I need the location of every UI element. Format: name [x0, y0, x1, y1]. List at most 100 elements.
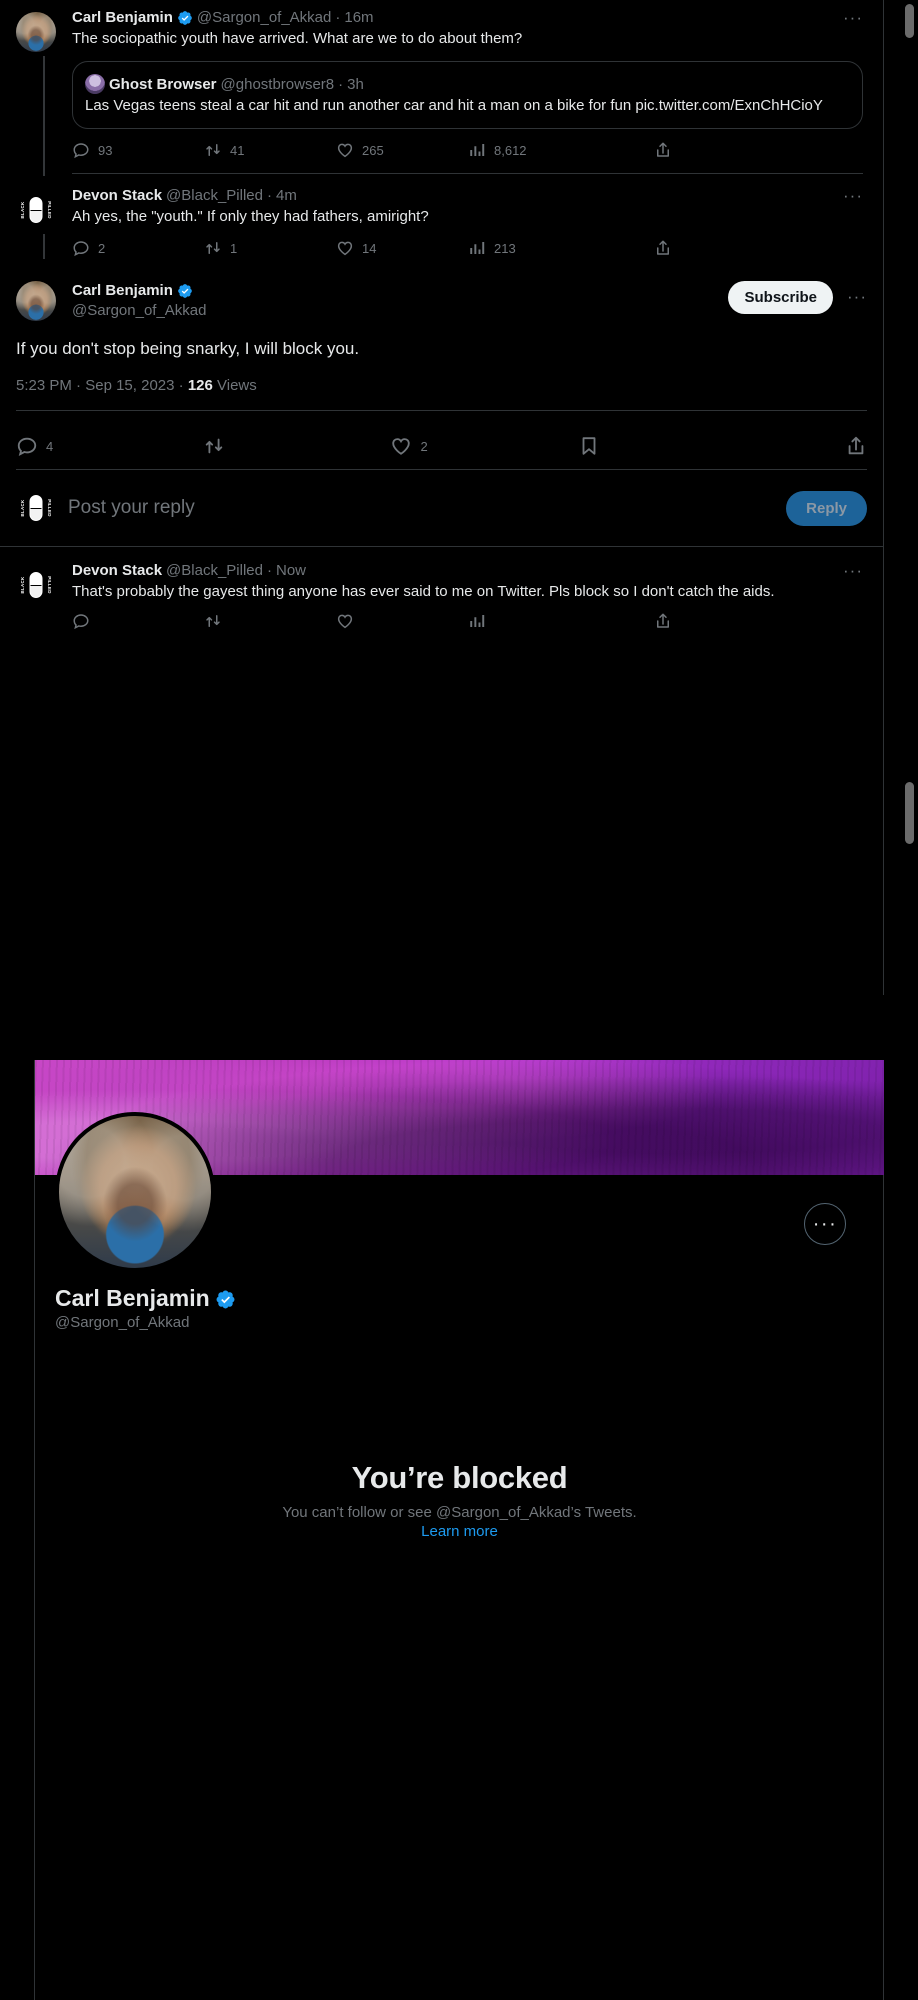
heart-icon	[336, 612, 354, 630]
retweet-action[interactable]: 1	[204, 239, 336, 257]
reply-action[interactable]	[72, 612, 204, 630]
like-action[interactable]	[336, 612, 468, 630]
tweet-devon-stack-reply[interactable]: BLACK PILLED Devon Stack @Black_Pilled ·…	[0, 547, 883, 630]
views-action[interactable]: 213	[468, 239, 600, 257]
share-action[interactable]	[765, 435, 867, 457]
blocked-title: You’re blocked	[351, 1460, 568, 1495]
focused-tweet-text: If you don't stop being snarky, I will b…	[16, 339, 360, 358]
tweet-header: Devon Stack @Black_Pilled · 4m ···	[72, 186, 863, 206]
reply-icon	[16, 435, 38, 457]
separator-dot: ·	[335, 9, 341, 26]
tweet-actions: 93 41 265 8,612	[72, 141, 672, 159]
quoted-separator-dot: ·	[338, 75, 344, 93]
share-icon	[845, 435, 867, 457]
like-action[interactable]: 2	[390, 435, 577, 457]
bookmark-action[interactable]	[578, 435, 765, 457]
views-count: 8,612	[494, 142, 527, 158]
reply-composer[interactable]: BLACK PILLED Post your reply Reply	[0, 470, 883, 546]
scrollbar-thumb-middle[interactable]	[905, 782, 914, 844]
tweet-devon-stack[interactable]: BLACK PILLED Devon Stack @Black_Pilled ·…	[0, 174, 883, 259]
views-action[interactable]: 8,612	[468, 141, 600, 159]
share-action[interactable]	[600, 239, 672, 257]
share-action[interactable]	[600, 141, 672, 159]
views-count: 213	[494, 240, 516, 256]
retweet-icon	[204, 239, 222, 257]
profile-name-block: Carl Benjamin @Sargon_of_Akkad	[55, 1284, 236, 1333]
share-action[interactable]	[600, 612, 672, 630]
reply-action[interactable]: 93	[72, 141, 204, 159]
profile-display-name: Carl Benjamin	[55, 1285, 210, 1311]
tweet-header: Devon Stack @Black_Pilled · Now ···	[72, 561, 863, 581]
profile-avatar-carl-benjamin[interactable]	[55, 1112, 215, 1272]
tweet-header: Carl Benjamin @Sargon_of_Akkad · 16m ···	[72, 8, 863, 28]
tweet-text: The sociopathic youth have arrived. What…	[72, 30, 523, 47]
heart-icon	[390, 435, 412, 457]
twitter-thread-screenshot: Carl Benjamin @Sargon_of_Akkad · 16m ···…	[0, 0, 918, 2000]
focused-tweet-actions: 4 2	[16, 423, 867, 469]
avatar-devon-stack[interactable]: BLACK PILLED	[16, 190, 56, 230]
learn-more-link[interactable]: Learn more	[421, 1523, 498, 1540]
reply-input[interactable]: Post your reply	[68, 497, 774, 519]
profile-display-name-row: Carl Benjamin	[55, 1284, 236, 1312]
like-count: 2	[420, 438, 428, 454]
author-handle[interactable]: @Sargon_of_Akkad	[197, 8, 331, 28]
separator-dot: ·	[266, 562, 272, 579]
tweet-carl-benjamin-quote[interactable]: Carl Benjamin @Sargon_of_Akkad · 16m ···…	[0, 0, 883, 176]
tweet-text: That's probably the gayest thing anyone …	[72, 583, 775, 600]
focused-tweet-views-label: Views	[217, 377, 257, 394]
like-action[interactable]: 14	[336, 239, 468, 257]
tweet-more-options-icon[interactable]: ···	[843, 9, 863, 26]
tweet-more-options-icon[interactable]: ···	[843, 562, 863, 579]
pill-shape-icon	[29, 495, 43, 521]
timestamp[interactable]: 4m	[276, 186, 297, 206]
timestamp[interactable]: 16m	[344, 8, 373, 28]
retweet-action[interactable]	[203, 435, 390, 457]
quoted-tweet-text: Las Vegas teens steal a car hit and run …	[85, 97, 823, 114]
reply-action[interactable]: 4	[16, 435, 203, 457]
like-action[interactable]: 265	[336, 141, 468, 159]
quoted-tweet[interactable]: Ghost Browser @ghostbrowser8 · 3h Las Ve…	[72, 61, 863, 129]
focused-tweet-divider-top	[16, 410, 867, 411]
retweet-action[interactable]: 41	[204, 141, 336, 159]
share-icon	[654, 239, 672, 257]
reply-action[interactable]: 2	[72, 239, 204, 257]
scrollbar-thumb-top[interactable]	[905, 4, 914, 38]
profile-more-options-button[interactable]: ···	[804, 1203, 846, 1245]
tweet-more-options-icon[interactable]: ···	[843, 187, 863, 204]
reply-button[interactable]: Reply	[786, 490, 867, 526]
views-action[interactable]	[468, 612, 600, 630]
avatar-text-pilled: PILLED	[47, 201, 52, 219]
analytics-icon	[468, 141, 486, 159]
author-name[interactable]: Devon Stack	[72, 186, 162, 206]
avatar-column	[16, 8, 72, 176]
avatar-text-black: BLACK	[20, 576, 25, 594]
author-name[interactable]: Devon Stack	[72, 561, 162, 581]
profile-page: ··· Carl Benjamin @Sargon_of_Akkad You’r…	[0, 1060, 884, 2000]
timestamp[interactable]: Now	[276, 561, 306, 581]
avatar-carl-benjamin[interactable]	[16, 12, 56, 52]
focused-tweet-metadata: 5:23 PM · Sep 15, 2023 · 126 Views	[16, 377, 867, 394]
focused-author-block[interactable]: Carl Benjamin @Sargon_of_Akkad	[72, 281, 728, 321]
retweet-action[interactable]	[204, 612, 336, 630]
subscribe-button[interactable]: Subscribe	[728, 281, 834, 314]
focused-author-handle: @Sargon_of_Akkad	[72, 302, 207, 319]
pill-shape-icon	[29, 572, 43, 598]
like-count: 265	[362, 142, 384, 158]
avatar-devon-stack[interactable]: BLACK PILLED	[16, 565, 56, 605]
avatar-devon-stack-composer[interactable]: BLACK PILLED	[16, 488, 56, 528]
tweet-actions	[72, 612, 672, 630]
avatar-ghost-browser[interactable]	[85, 74, 105, 94]
tweet-text: Ah yes, the "youth." If only they had fa…	[72, 208, 429, 225]
focused-tweet-header: Carl Benjamin @Sargon_of_Akkad Subscribe…	[16, 267, 867, 321]
avatar-text-black: BLACK	[20, 201, 25, 219]
avatar-carl-benjamin[interactable]	[16, 281, 56, 321]
separator-dot: ·	[266, 187, 272, 204]
share-icon	[654, 612, 672, 630]
scrollbar-track[interactable]	[904, 0, 916, 2000]
focused-tweet-date: Sep 15, 2023	[85, 377, 175, 394]
author-handle[interactable]: @Black_Pilled	[166, 561, 263, 581]
focused-tweet-more-options-icon[interactable]: ···	[847, 288, 867, 305]
author-name[interactable]: Carl Benjamin	[72, 8, 173, 28]
author-handle[interactable]: @Black_Pilled	[166, 186, 263, 206]
blocked-subtitle: You can’t follow or see @Sargon_of_Akkad…	[282, 1504, 637, 1521]
